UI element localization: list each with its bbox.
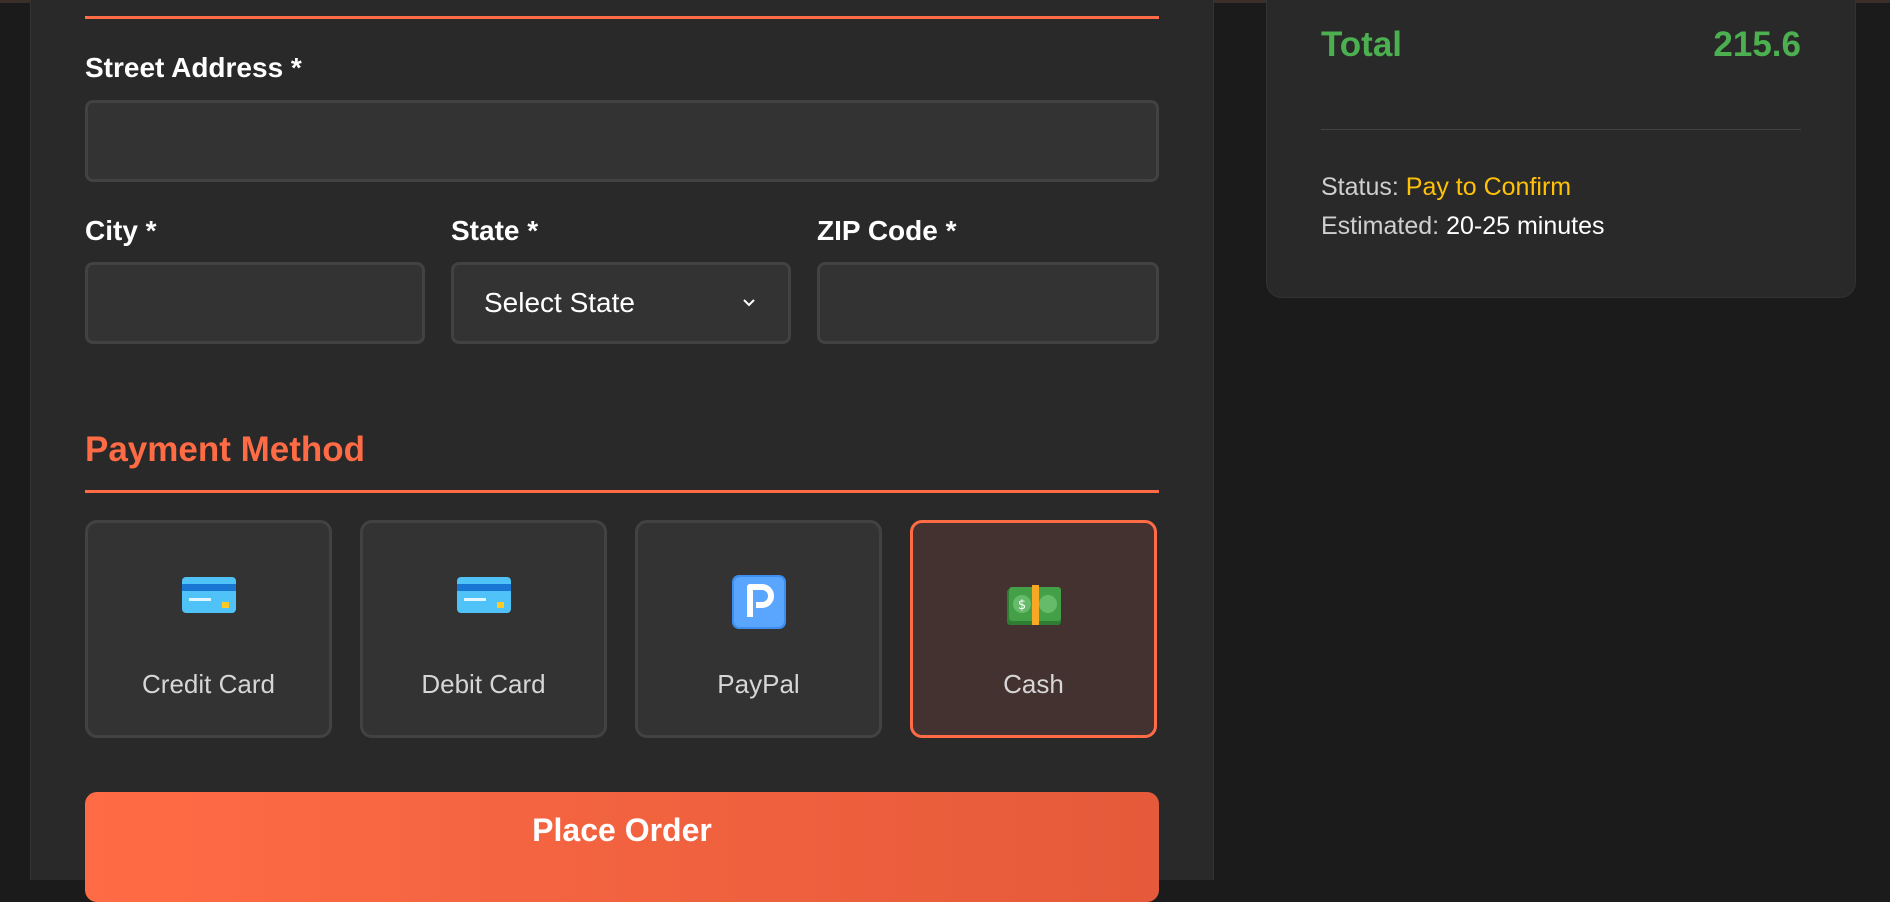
total-value: 215.6 [1713, 25, 1801, 64]
dollar-banknote-icon: $ [1006, 585, 1061, 625]
order-summary-card: Total 215.6 Status: Pay to Confirm Estim… [1266, 0, 1856, 298]
street-address-input[interactable] [85, 100, 1159, 182]
city-input[interactable] [85, 262, 425, 344]
payment-section-divider [85, 490, 1159, 493]
payment-option-label: Cash [1003, 669, 1064, 699]
chevron-down-icon [743, 299, 755, 307]
delivery-section-divider [85, 16, 1159, 19]
payment-method-title: Payment Method [85, 430, 366, 469]
payment-option-label: PayPal [717, 669, 800, 699]
status-label: Status: [1321, 173, 1399, 201]
total-label: Total [1321, 25, 1403, 64]
payment-option-label: Credit Card [142, 669, 275, 699]
payment-option-debit-card[interactable]: Debit Card [360, 520, 607, 738]
summary-divider [1321, 129, 1801, 130]
zip-code-input[interactable] [817, 262, 1159, 344]
estimated-line: Estimated: 20-25 minutes [1321, 212, 1605, 241]
p-button-icon [731, 575, 786, 629]
status-value: Pay to Confirm [1405, 173, 1572, 201]
zip-code-label: ZIP Code * [817, 215, 957, 246]
payment-option-cash[interactable]: $ Cash [910, 520, 1157, 738]
payment-option-credit-card[interactable]: Credit Card [85, 520, 332, 738]
credit-card-icon [456, 577, 511, 613]
street-address-label: Street Address * [85, 52, 302, 83]
state-select[interactable]: Select State [451, 262, 791, 344]
state-label: State * [451, 215, 539, 246]
city-label: City * [85, 215, 157, 246]
estimated-value: 20-25 minutes [1446, 212, 1605, 240]
payment-option-paypal[interactable]: PayPal [635, 520, 882, 738]
place-order-button[interactable]: Place Order [85, 792, 1159, 902]
svg-text:$: $ [1017, 598, 1025, 613]
state-select-value: Select State [484, 287, 635, 318]
estimated-label: Estimated: [1321, 212, 1440, 240]
status-line: Status: Pay to Confirm [1321, 173, 1571, 202]
credit-card-icon [181, 577, 236, 613]
payment-option-label: Debit Card [421, 669, 546, 699]
